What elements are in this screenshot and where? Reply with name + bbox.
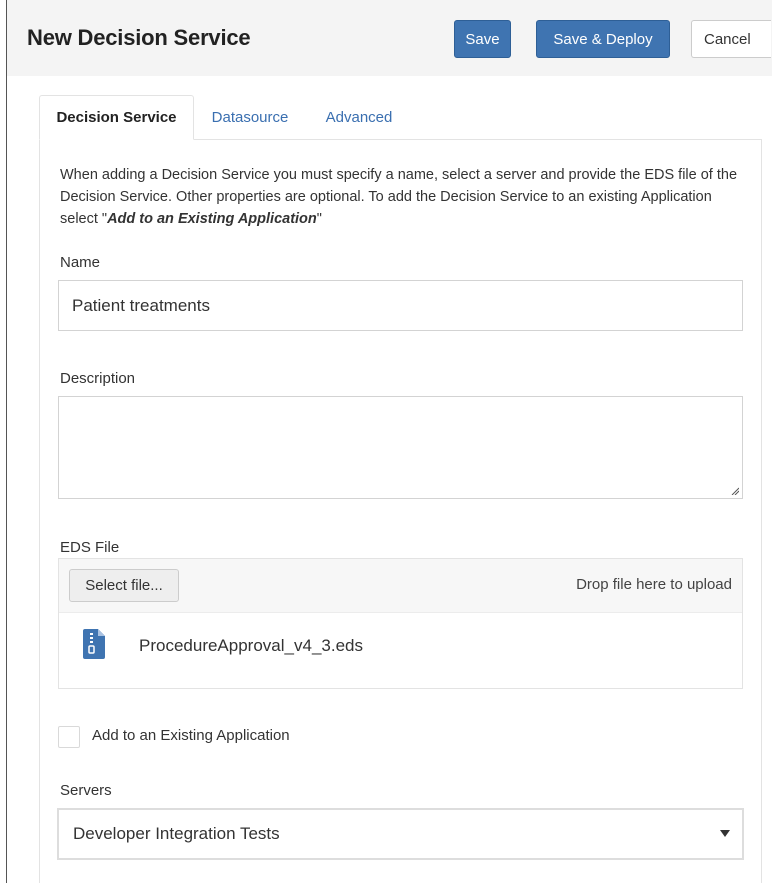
- intro-text: When adding a Decision Service you must …: [60, 164, 750, 230]
- description-label: Description: [60, 370, 136, 387]
- eds-file-label: EDS File: [60, 539, 120, 556]
- name-input[interactable]: Patient treatments: [58, 280, 743, 331]
- caret-down-icon: [720, 830, 730, 837]
- add-existing-app-label[interactable]: Add to an Existing Application: [92, 727, 290, 744]
- save-and-deploy-button[interactable]: Save & Deploy: [536, 20, 670, 58]
- description-textarea[interactable]: [58, 396, 743, 499]
- servers-label: Servers: [60, 782, 112, 799]
- name-label: Name: [60, 254, 101, 271]
- intro-text-suffix: ": [316, 211, 322, 227]
- file-upload-zone[interactable]: Select file... Drop file here to upload …: [58, 558, 743, 689]
- save-button[interactable]: Save: [454, 20, 511, 58]
- tab-datasource[interactable]: Datasource: [200, 95, 300, 140]
- form-panel: [39, 139, 762, 883]
- resize-handle-icon[interactable]: [731, 487, 739, 495]
- upload-toolbar: Select file... Drop file here to upload: [59, 559, 742, 613]
- window-left-edge: [0, 0, 7, 883]
- tab-decision-service[interactable]: Decision Service: [39, 95, 194, 140]
- servers-select[interactable]: Developer Integration Tests: [57, 808, 744, 860]
- tab-advanced[interactable]: Advanced: [312, 95, 406, 140]
- cancel-button[interactable]: Cancel: [691, 20, 771, 58]
- intro-text-emphasis: Add to an Existing Application: [107, 211, 317, 227]
- page-title: New Decision Service: [27, 25, 251, 50]
- zip-file-icon: [83, 629, 105, 659]
- servers-select-value: Developer Integration Tests: [73, 824, 280, 843]
- select-file-button[interactable]: Select file...: [69, 569, 179, 602]
- uploaded-file-name: ProcedureApproval_v4_3.eds: [139, 636, 363, 655]
- drop-hint: Drop file here to upload: [576, 576, 732, 593]
- add-existing-app-checkbox[interactable]: [58, 726, 80, 748]
